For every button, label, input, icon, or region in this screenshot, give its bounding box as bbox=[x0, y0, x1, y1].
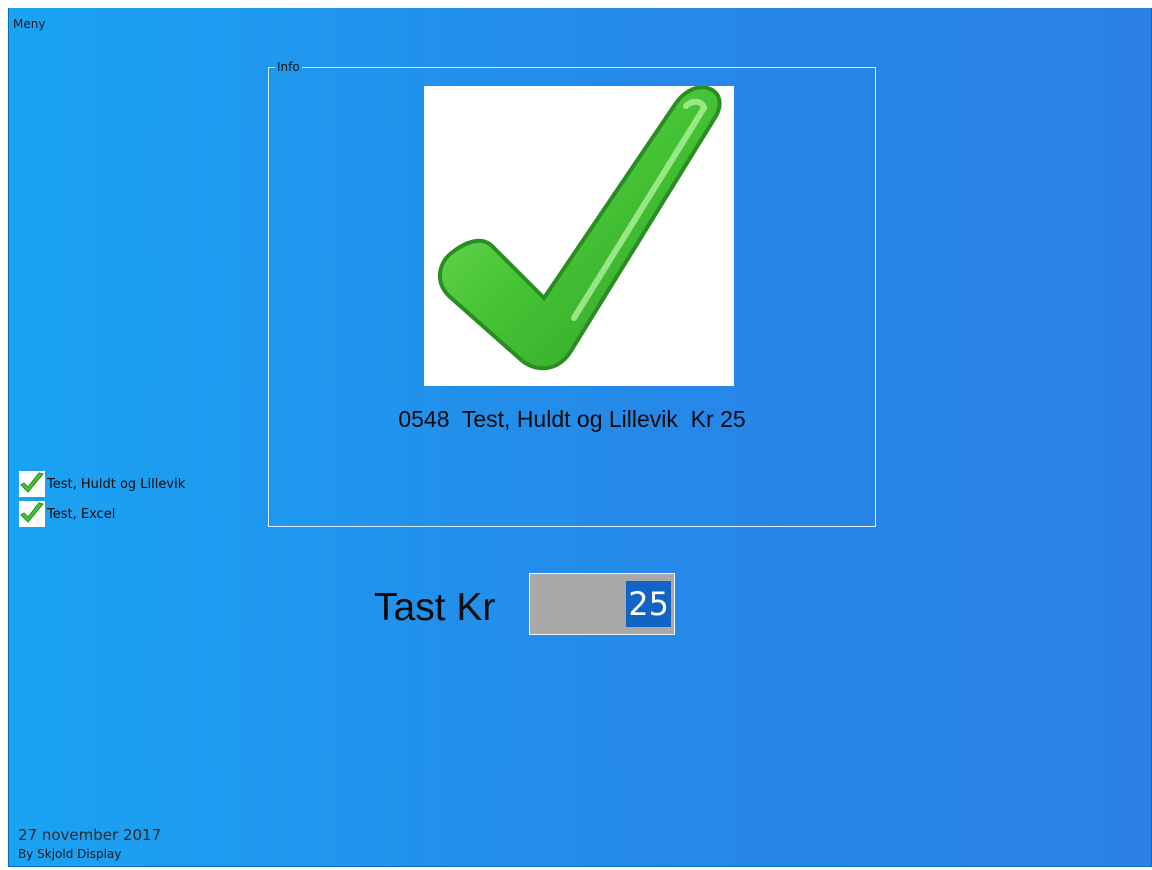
menu-button[interactable]: Meny bbox=[13, 17, 45, 31]
list-item-label: Test, Excel bbox=[47, 506, 116, 522]
amount-input[interactable]: 25 bbox=[529, 573, 675, 635]
info-legend: Info bbox=[277, 60, 300, 74]
list-item[interactable]: Test, Excel bbox=[19, 499, 185, 529]
list-item-label: Test, Huldt og Lillevik bbox=[47, 476, 186, 492]
footer-date: 27 november 2017 bbox=[18, 826, 162, 844]
checkmark-icon bbox=[19, 471, 45, 497]
amount-label: Tast Kr bbox=[374, 586, 496, 629]
amount-value[interactable]: 25 bbox=[626, 581, 671, 627]
result-text: 0548 Test, Huldt og Lillevik Kr 25 bbox=[398, 406, 746, 432]
checkmark-icon bbox=[424, 86, 734, 386]
info-group: Info 0548 Test, Huldt og Lillevik Kr 25 bbox=[268, 60, 876, 527]
app-window: Meny Info 0548 Test, Huldt og Lillevik K… bbox=[8, 8, 1152, 867]
checkmark-icon bbox=[19, 501, 45, 527]
footer-credit: By Skjold Display bbox=[18, 847, 122, 861]
list-item[interactable]: Test, Huldt og Lillevik bbox=[19, 469, 185, 499]
entry-list: Test, Huldt og Lillevik Test, Excel bbox=[19, 469, 185, 529]
